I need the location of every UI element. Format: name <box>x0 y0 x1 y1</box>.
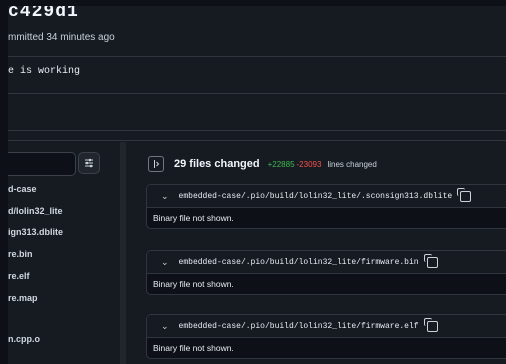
commit-message: e is working <box>8 66 81 77</box>
commit-hash: c429d1 <box>8 6 79 22</box>
copy-icon[interactable] <box>457 187 472 202</box>
file-diff-card: ⌄ embedded-case/.pio/build/lolin32_lite/… <box>146 250 506 295</box>
copy-icon[interactable] <box>423 253 438 268</box>
file-diff-header[interactable]: ⌄ embedded-case/.pio/build/lolin32_lite/… <box>147 315 506 338</box>
tree-item-file[interactable]: re.map <box>8 293 38 303</box>
tree-item-file[interactable]: n.cpp.o <box>8 334 40 344</box>
tree-item-folder[interactable]: d-case <box>8 184 37 194</box>
file-diff-body: Binary file not shown. <box>153 343 234 353</box>
diff-summary: 29 files changed +22885 -23093 lines cha… <box>148 154 377 174</box>
sidebar-divider[interactable] <box>120 142 126 364</box>
section-divider <box>8 102 506 131</box>
file-search-input[interactable] <box>8 152 76 176</box>
file-diff-header[interactable]: ⌄ embedded-case/.pio/build/lolin32_lite/… <box>147 251 506 274</box>
tree-item-file[interactable]: re.elf <box>8 271 30 281</box>
file-diff-card: ⌄ embedded-case/.pio/build/lolin32_lite/… <box>146 184 506 229</box>
files-changed-count: 29 files changed <box>174 158 260 170</box>
copy-icon[interactable] <box>423 317 438 332</box>
lines-changed-label: lines changed <box>327 159 377 169</box>
file-diff-card: ⌄ embedded-case/.pio/build/lolin32_lite/… <box>146 314 506 359</box>
sidebar-toggle-icon[interactable] <box>148 156 164 172</box>
chevron-down-icon[interactable]: ⌄ <box>161 191 169 202</box>
sliders-icon <box>85 158 93 168</box>
file-path: embedded-case/.pio/build/lolin32_lite/fi… <box>178 257 419 267</box>
additions-count: +22885 <box>267 159 295 169</box>
file-diff-header[interactable]: ⌄ embedded-case/.pio/build/lolin32_lite/… <box>147 185 506 208</box>
section-divider-2 <box>8 130 506 141</box>
file-diff-body: Binary file not shown. <box>153 213 234 223</box>
tree-item-file[interactable]: re.bin <box>8 249 33 259</box>
commit-message-box <box>8 56 506 94</box>
chevron-down-icon[interactable]: ⌄ <box>161 257 169 268</box>
app-window: c429d1 mmitted 34 minutes ago e is worki… <box>8 6 506 364</box>
file-path: embedded-case/.pio/build/lolin32_lite/fi… <box>178 321 419 331</box>
deletions-count: -23093 <box>296 159 322 169</box>
chevron-down-icon[interactable]: ⌄ <box>161 321 169 332</box>
file-path: embedded-case/.pio/build/lolin32_lite/.s… <box>178 191 453 201</box>
tree-item-folder[interactable]: d/lolin32_lite <box>8 206 63 216</box>
tree-item-file[interactable]: ign313.dblite <box>8 227 63 237</box>
file-diff-body: Binary file not shown. <box>153 279 234 289</box>
commit-time: mmitted 34 minutes ago <box>8 32 115 43</box>
filter-button[interactable] <box>78 152 100 174</box>
